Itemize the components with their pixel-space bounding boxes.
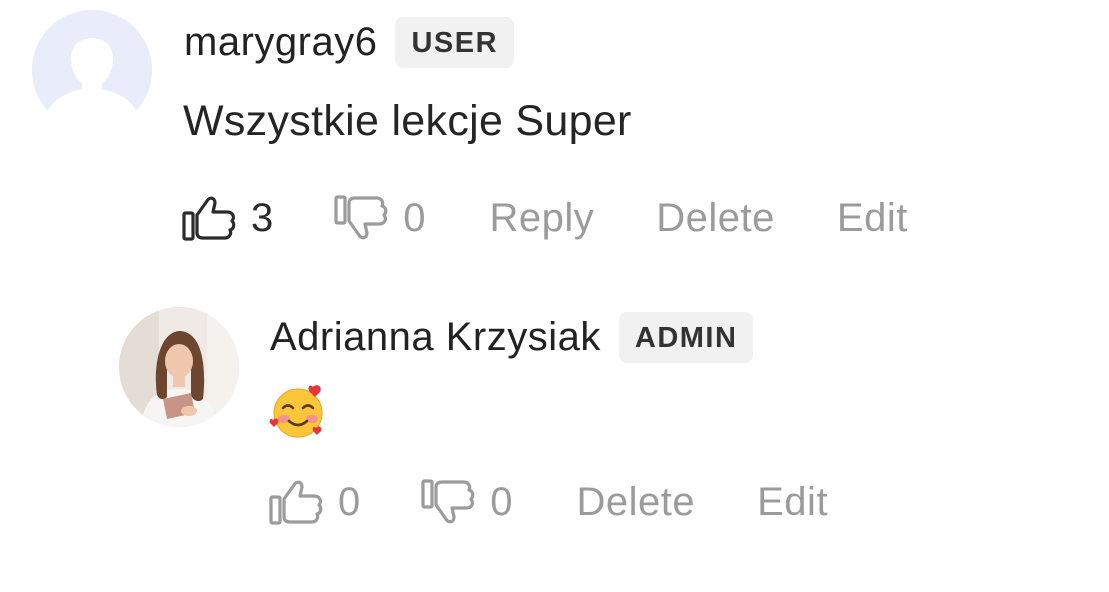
dislike-button[interactable]: 0 [333,193,426,243]
thumbs-down-icon [421,479,475,524]
like-count: 0 [338,479,361,524]
role-badge: ADMIN [618,311,754,363]
delete-link[interactable]: Delete [577,480,696,525]
author-name[interactable]: Adrianna Krzysiak [270,315,601,360]
reply-link[interactable]: Reply [490,196,595,241]
comment-header: marygray6 USER [184,14,515,70]
dislike-count: 0 [403,195,426,240]
edit-link[interactable]: Edit [837,196,908,241]
dislike-count: 0 [490,479,513,524]
author-name[interactable]: marygray6 [184,20,377,65]
edit-link[interactable]: Edit [757,480,828,525]
like-button[interactable]: 3 [181,193,273,243]
admin-avatar[interactable] [119,307,239,427]
like-button[interactable]: 0 [268,477,360,527]
like-count: 3 [251,195,274,240]
thumbs-up-icon [182,196,236,241]
delete-link[interactable]: Delete [656,196,775,241]
role-badge: USER [395,16,515,68]
smiling-face-with-hearts-icon [269,384,327,445]
profile-photo-icon [119,307,239,427]
user-avatar[interactable] [32,10,152,130]
thumbs-up-icon [269,480,323,525]
comment-actions: 3 0 Reply Delete Edit [181,194,908,242]
thumbs-down-icon [334,195,388,240]
comment-text: Wszystkie lekcje Super [183,97,632,145]
comment-actions: 0 0 Delete Edit [268,478,828,526]
default-person-avatar-icon [32,10,152,130]
dislike-button[interactable]: 0 [420,477,513,527]
comment-header: Adrianna Krzysiak ADMIN [270,309,754,365]
